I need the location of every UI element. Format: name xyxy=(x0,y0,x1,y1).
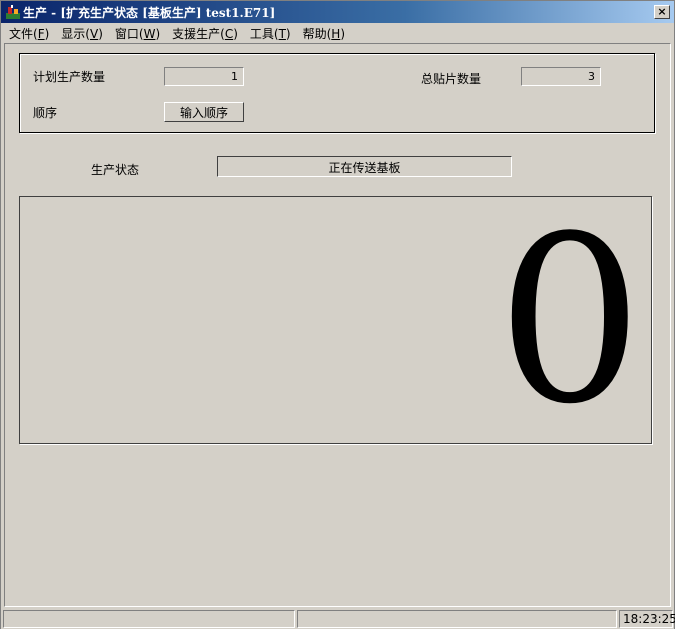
planned-qty-label: 计划生产数量 xyxy=(33,70,106,84)
menu-support-production[interactable]: 支援生产(C) xyxy=(166,23,244,42)
window-title: 生产 - [扩充生产状态 [基板生产] test1.E71] xyxy=(23,6,276,20)
counter-value: 0 xyxy=(496,188,643,455)
close-button[interactable]: × xyxy=(654,5,670,19)
status-time: 18:23:25 xyxy=(619,610,675,628)
production-status-field: 正在传送基板 xyxy=(217,156,512,177)
menu-window[interactable]: 窗口(W) xyxy=(109,23,166,42)
sequence-label: 顺序 xyxy=(33,106,58,120)
production-window: 生产 - [扩充生产状态 [基板生产] test1.E71] × 文件(F) 显… xyxy=(0,0,675,629)
planned-qty-field: 1 xyxy=(164,67,244,86)
enter-sequence-button[interactable]: 输入顺序 xyxy=(164,102,244,122)
menu-view[interactable]: 显示(V) xyxy=(55,23,109,42)
production-info-group xyxy=(19,53,655,133)
menu-file[interactable]: 文件(F) xyxy=(3,23,55,42)
menu-bar: 文件(F) 显示(V) 窗口(W) 支援生产(C) 工具(T) 帮助(H) xyxy=(3,23,351,43)
total-placed-field: 3 xyxy=(521,67,601,86)
production-status-label: 生产状态 xyxy=(91,163,140,177)
title-bar[interactable]: 生产 - [扩充生产状态 [基板生产] test1.E71] × xyxy=(1,1,674,23)
counter-display-panel: 0 xyxy=(19,196,652,444)
menu-tools[interactable]: 工具(T) xyxy=(244,23,297,42)
status-pane-main xyxy=(3,610,295,628)
status-pane-progress xyxy=(297,610,617,628)
status-bar: 18:23:25 xyxy=(1,608,675,629)
app-icon xyxy=(6,5,20,19)
menu-help[interactable]: 帮助(H) xyxy=(297,23,351,42)
total-placed-label: 总贴片数量 xyxy=(421,72,482,86)
close-icon: × xyxy=(657,5,667,18)
